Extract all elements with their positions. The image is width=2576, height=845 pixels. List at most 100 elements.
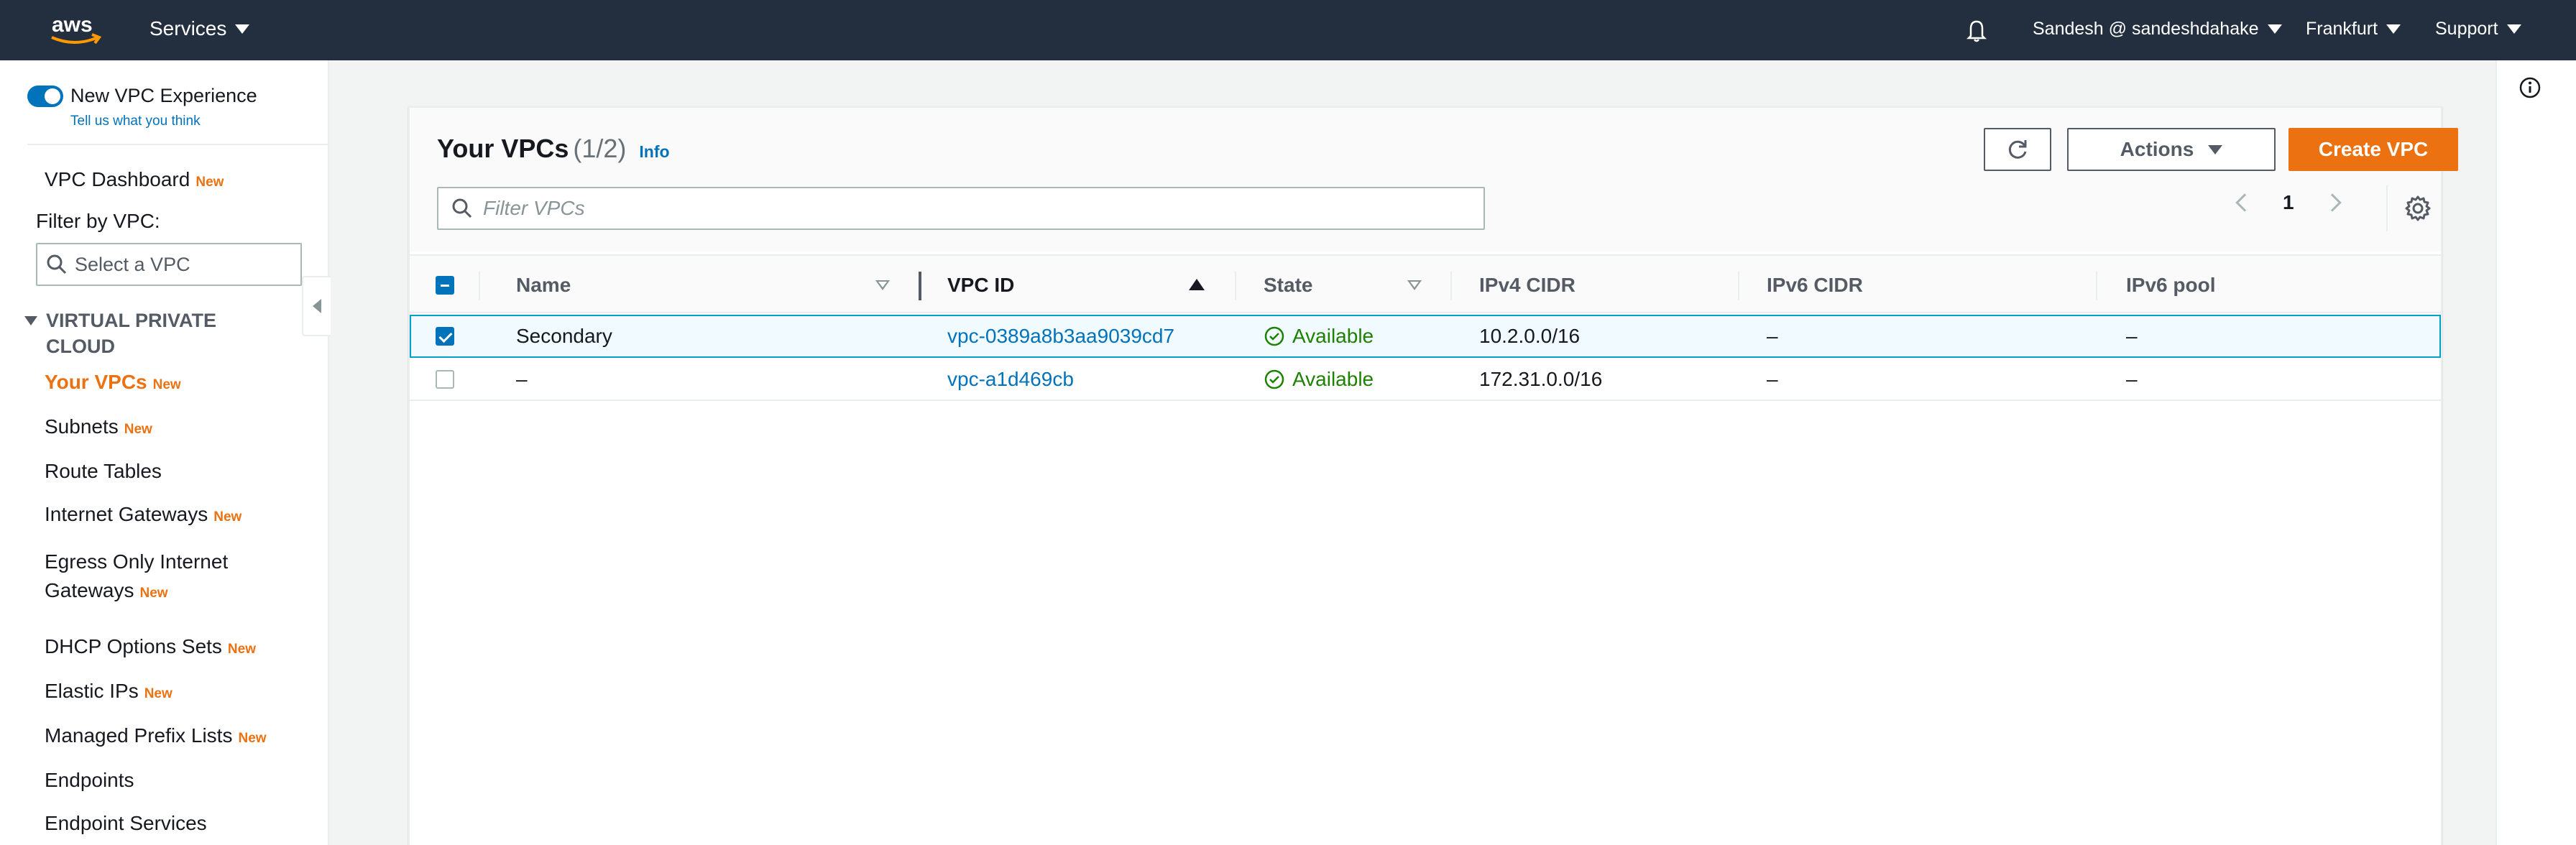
actions-label: Actions [2120, 138, 2194, 160]
sidebar-item-label: Subnets [45, 415, 119, 438]
create-vpc-button[interactable]: Create VPC [2288, 128, 2458, 171]
aws-logo-icon[interactable]: aws [46, 10, 106, 50]
sidebar-item-endpoint-services[interactable]: Endpoint Services [45, 812, 207, 835]
column-header-ipv4-cidr[interactable]: IPv4 CIDR [1479, 256, 1576, 315]
caret-down-icon [24, 316, 37, 325]
info-link[interactable]: Info [639, 142, 669, 161]
vpc-id-link[interactable]: vpc-0389a8b3aa9039cd7 [947, 316, 1174, 356]
row-checkbox[interactable] [436, 358, 454, 401]
filter-vpcs-input[interactable]: Filter VPCs [437, 187, 1485, 230]
svg-text:aws: aws [52, 13, 93, 37]
sidebar: New VPC Experience Tell us what you thin… [0, 60, 331, 845]
new-badge: New [227, 642, 256, 657]
state-label: Available [1292, 368, 1374, 390]
refresh-icon [2008, 140, 2027, 159]
search-placeholder: Filter VPCs [483, 197, 585, 219]
selection-count: (1/2) [573, 134, 627, 163]
support-label: Support [2435, 19, 2498, 39]
refresh-button[interactable] [1984, 128, 2051, 171]
region-label: Frankfurt [2306, 19, 2378, 39]
cell-ipv6-pool: – [2126, 325, 2138, 347]
support-menu[interactable]: Support [2435, 19, 2521, 40]
cell-ipv6-cidr: – [1767, 325, 1778, 347]
table-header: Name VPC ID State IPv4 CIDR IPv6 CIDR IP… [410, 254, 2441, 313]
column-label: VPC ID [947, 274, 1015, 296]
new-badge: New [213, 509, 242, 525]
column-resize-handle[interactable] [919, 272, 921, 300]
sidebar-item-subnets[interactable]: Subnets New [45, 415, 152, 438]
sidebar-item-label: Internet Gateways [45, 503, 208, 525]
new-badge: New [124, 422, 152, 437]
new-vpc-experience-toggle[interactable] [27, 85, 63, 107]
sort-icon[interactable] [1407, 280, 1422, 290]
sidebar-item-label: Egress Only Internet Gateways [45, 550, 229, 601]
state-label: Available [1292, 325, 1374, 347]
feedback-link[interactable]: Tell us what you think [70, 114, 201, 129]
sidebar-item-egress-only-internet-gateways[interactable]: Egress Only Internet Gateways New [45, 548, 275, 608]
sort-icon[interactable] [875, 280, 890, 290]
chevron-down-icon [2267, 24, 2282, 34]
table-row[interactable]: – vpc-a1d469cb Available 172.31.0.0/16 –… [410, 358, 2441, 401]
sidebar-item-label: Endpoint Services [45, 812, 207, 834]
sidebar-item-label: Elastic IPs [45, 680, 139, 702]
chevron-left-icon [313, 299, 321, 313]
column-header-ipv6-cidr[interactable]: IPv6 CIDR [1767, 256, 1863, 315]
column-label: IPv6 pool [2126, 274, 2216, 296]
collapse-sidebar-button[interactable] [302, 276, 331, 336]
sidebar-item-endpoints[interactable]: Endpoints [45, 769, 134, 792]
vpc-filter-select[interactable]: Select a VPC [36, 243, 302, 286]
services-menu[interactable]: Services [150, 17, 250, 40]
divider [27, 144, 328, 145]
column-label: IPv6 CIDR [1767, 274, 1863, 296]
search-icon [47, 254, 67, 274]
cell-state: Available [1264, 316, 1374, 356]
sidebar-item-internet-gateways[interactable]: Internet Gateways New [45, 503, 242, 526]
actions-dropdown-button[interactable]: Actions [2067, 128, 2276, 171]
sidebar-item-dhcp-options-sets[interactable]: DHCP Options Sets New [45, 635, 256, 658]
column-header-ipv6-pool[interactable]: IPv6 pool [2126, 256, 2215, 315]
region-menu[interactable]: Frankfurt [2306, 19, 2401, 40]
chevron-left-icon[interactable] [2235, 193, 2254, 212]
vpc-id-link[interactable]: vpc-a1d469cb [947, 358, 1074, 401]
chevron-right-icon[interactable] [2322, 193, 2342, 212]
column-divider [1450, 272, 1452, 300]
filter-by-vpc-label: Filter by VPC: [36, 210, 160, 232]
sidebar-item-managed-prefix-lists[interactable]: Managed Prefix Lists New [45, 724, 267, 747]
sidebar-item-route-tables[interactable]: Route Tables [45, 460, 162, 483]
vpc-filter-placeholder: Select a VPC [75, 253, 190, 275]
cell-ipv4-cidr: 172.31.0.0/16 [1479, 368, 1603, 390]
cell-ipv4-cidr: 10.2.0.0/16 [1479, 325, 1581, 347]
cell-name: Secondary [516, 325, 612, 347]
column-divider [1235, 272, 1236, 300]
info-icon[interactable] [2518, 76, 2542, 99]
column-label: IPv4 CIDR [1479, 274, 1576, 296]
sidebar-item-elastic-ips[interactable]: Elastic IPs New [45, 680, 172, 703]
column-header-state[interactable]: State [1264, 256, 1312, 315]
page-number[interactable]: 1 [2283, 191, 2294, 214]
settings-gear-icon[interactable] [2402, 193, 2434, 224]
new-badge: New [139, 586, 168, 601]
cell-name: – [516, 368, 528, 390]
sidebar-item-vpc-dashboard[interactable]: VPC Dashboard New [45, 168, 224, 191]
column-header-vpc-id[interactable]: VPC ID [947, 256, 1014, 315]
bell-icon[interactable] [1964, 17, 1990, 43]
column-label: Name [516, 274, 571, 296]
checkbox-partial [436, 276, 454, 295]
check-circle-icon [1264, 326, 1284, 346]
check-circle-icon [1264, 369, 1284, 389]
sidebar-item-label: Your VPCs [45, 371, 147, 393]
select-all-checkbox[interactable] [436, 256, 454, 315]
row-checkbox[interactable] [436, 316, 454, 356]
column-label: State [1264, 274, 1313, 296]
sidebar-item-label: Endpoints [45, 769, 134, 791]
sort-ascending-icon[interactable] [1189, 279, 1205, 290]
title-text: Your VPCs [437, 134, 569, 163]
column-header-name[interactable]: Name [516, 256, 571, 315]
account-menu[interactable]: Sandesh @ sandeshdahake [2033, 19, 2282, 40]
sidebar-item-label: VPC Dashboard [45, 168, 190, 190]
cell-ipv6-cidr: – [1767, 368, 1778, 390]
new-badge: New [196, 175, 224, 190]
table-row[interactable]: Secondary vpc-0389a8b3aa9039cd7 Availabl… [410, 315, 2441, 358]
sidebar-item-your-vpcs[interactable]: Your VPCs New [45, 371, 181, 394]
section-virtual-private-cloud[interactable]: VIRTUAL PRIVATE CLOUD [24, 308, 254, 359]
